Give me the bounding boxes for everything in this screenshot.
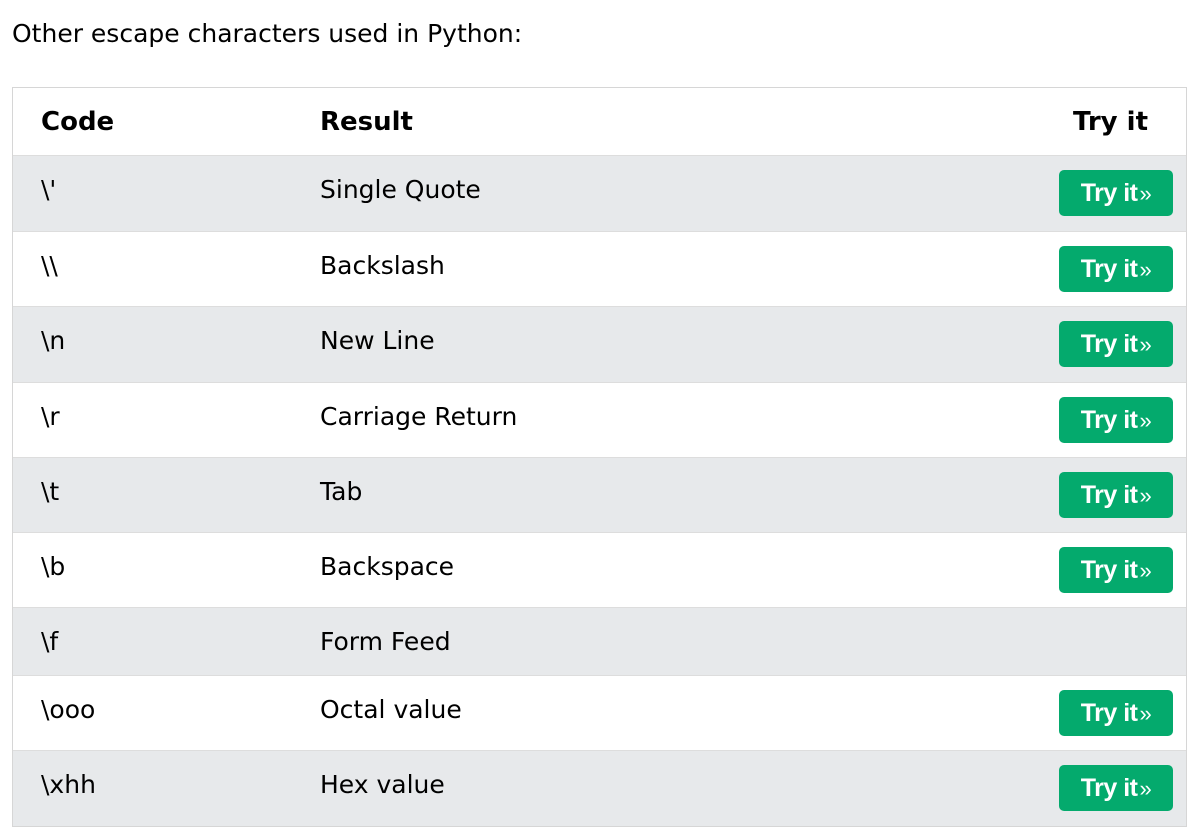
try-it-label: Try it [1080, 179, 1138, 207]
cell-result: Single Quote [320, 175, 481, 204]
try-it-label: Try it [1080, 556, 1138, 584]
escape-characters-table: Code Result Try it \' Single Quote Try it»… [12, 87, 1187, 827]
table-row: \ooo Octal value Try it» [13, 676, 1186, 751]
try-it-button[interactable]: Try it» [1059, 690, 1173, 736]
double-chevron-right-icon: » [1139, 776, 1152, 801]
try-it-button[interactable]: Try it» [1059, 170, 1173, 216]
double-chevron-right-icon: » [1139, 257, 1152, 282]
double-chevron-right-icon: » [1139, 483, 1152, 508]
cell-code: \b [41, 552, 66, 581]
try-it-button[interactable]: Try it» [1059, 765, 1173, 811]
double-chevron-right-icon: » [1139, 408, 1152, 433]
try-it-button[interactable]: Try it» [1059, 397, 1173, 443]
header-result: Result [320, 107, 413, 137]
cell-code: \\ [41, 251, 58, 280]
try-it-button[interactable]: Try it» [1059, 321, 1173, 367]
intro-text: Other escape characters used in Python: [12, 19, 523, 48]
try-it-label: Try it [1080, 481, 1138, 509]
cell-result: Backspace [320, 552, 455, 581]
cell-result: Backslash [320, 251, 445, 280]
double-chevron-right-icon: » [1139, 332, 1152, 357]
double-chevron-right-icon: » [1139, 181, 1152, 206]
cell-result: Form Feed [320, 627, 451, 656]
cell-result: New Line [320, 326, 435, 355]
cell-code: \t [41, 477, 60, 506]
table-row: \xhh Hex value Try it» [13, 751, 1186, 826]
table-header-row: Code Result Try it [13, 88, 1186, 156]
try-it-button[interactable]: Try it» [1059, 246, 1173, 292]
try-it-label: Try it [1080, 330, 1138, 358]
table-row: \b Backspace Try it» [13, 533, 1186, 608]
cell-result: Carriage Return [320, 402, 518, 431]
cell-code: \xhh [41, 770, 96, 799]
double-chevron-right-icon: » [1139, 558, 1152, 583]
cell-result: Octal value [320, 695, 462, 724]
cell-result: Hex value [320, 770, 445, 799]
table-row: \\ Backslash Try it» [13, 232, 1186, 307]
table-row: \r Carriage Return Try it» [13, 383, 1186, 458]
table-body: \' Single Quote Try it» \\ Backslash Try it» \… [13, 156, 1186, 826]
try-it-label: Try it [1080, 699, 1138, 727]
table-row: \f Form Feed [13, 608, 1186, 676]
try-it-button[interactable]: Try it» [1059, 547, 1173, 593]
cell-code: \r [41, 402, 60, 431]
cell-result: Tab [320, 477, 363, 506]
try-it-label: Try it [1080, 406, 1138, 434]
cell-code: \ooo [41, 695, 96, 724]
header-code: Code [41, 107, 115, 137]
try-it-label: Try it [1080, 774, 1138, 802]
table-row: \t Tab Try it» [13, 458, 1186, 533]
cell-code: \f [41, 627, 59, 656]
try-it-label: Try it [1080, 255, 1138, 283]
cell-code: \' [41, 175, 57, 204]
try-it-button[interactable]: Try it» [1059, 472, 1173, 518]
double-chevron-right-icon: » [1139, 701, 1152, 726]
header-try-it: Try it [1072, 107, 1148, 137]
table-row: \' Single Quote Try it» [13, 156, 1186, 232]
cell-code: \n [41, 326, 66, 355]
table-row: \n New Line Try it» [13, 307, 1186, 383]
